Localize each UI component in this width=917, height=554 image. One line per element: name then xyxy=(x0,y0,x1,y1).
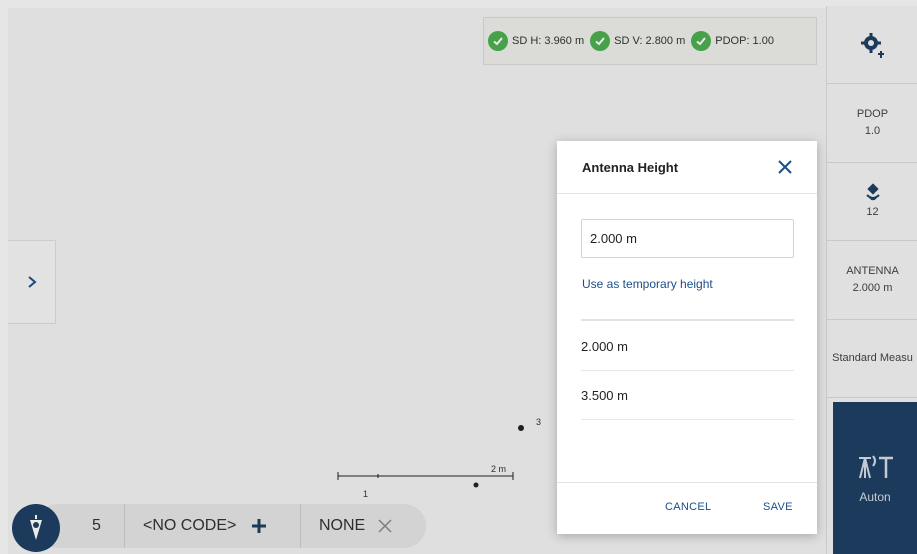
layer-selector[interactable]: NONE xyxy=(301,504,421,548)
tripod-measure-icon xyxy=(859,455,893,479)
settings-button[interactable] xyxy=(827,6,917,84)
satellite-count: 12 xyxy=(866,206,879,218)
gear-icon xyxy=(860,32,884,58)
measure-label: Auton xyxy=(859,490,891,504)
dialog-title: Antenna Height xyxy=(582,159,679,175)
pdop-indicator[interactable]: PDOP 1.0 xyxy=(827,84,917,163)
antenna-value: 2.000 m xyxy=(852,282,893,294)
point-number-label: 5 xyxy=(92,517,101,534)
height-option[interactable]: 2.000 m xyxy=(581,322,794,371)
layer-label: NONE xyxy=(319,517,366,534)
save-button[interactable]: SAVE xyxy=(763,501,793,513)
cancel-button[interactable]: CANCEL xyxy=(665,501,711,513)
plumb-bob-button[interactable] xyxy=(12,504,60,552)
dialog-footer: CANCEL SAVE xyxy=(557,482,817,534)
survey-screen: 3 2 m 1 SD H: 3.960 m SD V: 2.800 m PDOP… xyxy=(0,0,917,554)
add-icon[interactable] xyxy=(250,517,268,535)
pdop-label: PDOP xyxy=(856,108,889,120)
pdop-value: 1.0 xyxy=(864,125,881,137)
status-sd-h-label: SD H: 3.960 m xyxy=(512,35,585,47)
code-selector[interactable]: <NO CODE> xyxy=(125,504,300,548)
measure-method-selector[interactable]: Standard Measu xyxy=(827,320,917,398)
status-sd-h: SD H: 3.960 m xyxy=(488,31,584,51)
precision-status-bar: SD H: 3.960 m SD V: 2.800 m PDOP: 1.00 xyxy=(483,17,817,65)
height-option-label: 3.500 m xyxy=(581,387,628,403)
code-label: <NO CODE> xyxy=(143,517,237,534)
measure-button[interactable]: Auton xyxy=(833,402,917,554)
measure-method-label: Standard Measu xyxy=(832,352,913,364)
antenna-indicator[interactable]: ANTENNA 2.000 m xyxy=(827,241,917,320)
status-pdop-label: PDOP: 1.00 xyxy=(715,35,774,47)
height-option-label: 2.000 m xyxy=(581,338,628,354)
satellites-indicator[interactable]: 12 xyxy=(827,163,917,241)
status-sd-v: SD V: 2.800 m xyxy=(590,31,685,51)
dialog-header: Antenna Height xyxy=(557,141,817,194)
bottom-toolbar: 5 <NO CODE> NONE xyxy=(36,504,426,548)
satellite-icon xyxy=(865,183,880,201)
height-option[interactable]: 3.500 m xyxy=(581,371,794,420)
plumb-bob-icon xyxy=(30,515,42,540)
status-sd-v-label: SD V: 2.800 m xyxy=(614,35,686,47)
chevron-right-icon xyxy=(27,276,37,288)
clear-icon[interactable] xyxy=(377,518,393,534)
use-temporary-height-link[interactable]: Use as temporary height xyxy=(582,277,713,291)
expand-panel-button[interactable] xyxy=(8,240,56,324)
check-circle-icon xyxy=(488,31,508,51)
survey-point-marker[interactable] xyxy=(518,425,524,431)
scale-bar-label: 2 m xyxy=(491,464,507,474)
point-label: 3 xyxy=(536,417,542,427)
close-icon xyxy=(778,160,792,174)
check-circle-icon xyxy=(691,31,712,51)
status-pdop: PDOP: 1.00 xyxy=(691,31,774,51)
antenna-height-input[interactable] xyxy=(581,219,794,258)
divider xyxy=(581,319,794,321)
survey-point-marker[interactable] xyxy=(473,482,479,488)
point-label: 1 xyxy=(363,489,369,499)
check-circle-icon xyxy=(590,31,611,51)
close-button[interactable] xyxy=(775,157,795,177)
antenna-label: ANTENNA xyxy=(846,265,899,277)
antenna-height-dialog: Antenna Height Use as temporary height 2… xyxy=(557,141,817,534)
